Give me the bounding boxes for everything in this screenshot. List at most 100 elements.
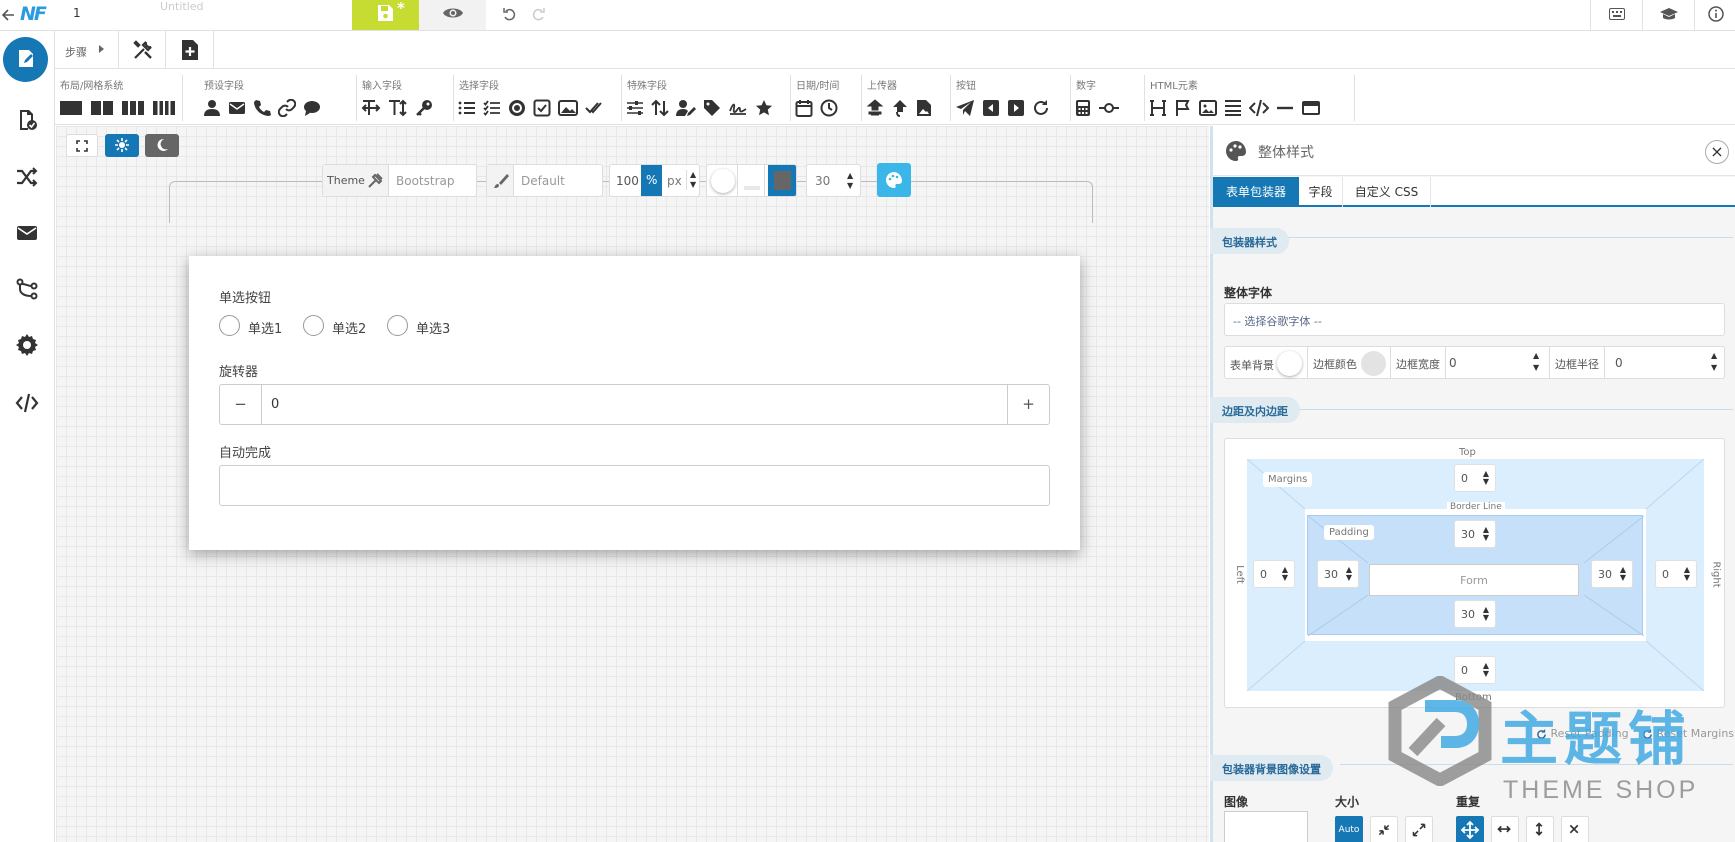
link-icon[interactable] xyxy=(278,99,296,117)
file-image-icon[interactable] xyxy=(916,99,932,117)
padding-right-input[interactable]: 30 ▲ ▼ xyxy=(1591,560,1633,588)
calculator-icon[interactable] xyxy=(1075,99,1091,117)
logic-shuffle-icon[interactable] xyxy=(15,165,39,189)
width-control[interactable]: 100 % px ▲ ▼ xyxy=(609,164,700,197)
add-step-button[interactable] xyxy=(166,31,214,68)
margin-left-input[interactable]: 0 ▲ ▼ xyxy=(1253,560,1295,588)
textarea-icon[interactable] xyxy=(388,99,408,117)
clock-icon[interactable] xyxy=(820,99,838,117)
form-settings-button[interactable] xyxy=(118,31,166,68)
star-icon[interactable] xyxy=(755,99,773,117)
close-panel-button[interactable]: × xyxy=(1705,140,1729,164)
spinner-minus-button[interactable]: − xyxy=(220,385,262,424)
password-key-icon[interactable] xyxy=(415,99,433,117)
entries-icon[interactable] xyxy=(15,108,39,132)
help-button[interactable] xyxy=(1642,0,1694,30)
window-icon[interactable] xyxy=(1301,99,1321,117)
nav-form-builder[interactable] xyxy=(3,37,48,82)
color-swatch-dark[interactable] xyxy=(768,165,796,196)
no-repeat-button[interactable] xyxy=(1561,816,1589,842)
user-edit-icon[interactable] xyxy=(676,99,696,117)
steps-label[interactable]: 步骤 xyxy=(65,44,87,60)
form-bg-color-picker[interactable] xyxy=(1277,351,1302,376)
envelope-icon[interactable] xyxy=(228,99,246,117)
image-choice-icon[interactable] xyxy=(558,99,578,117)
col-3-icon[interactable] xyxy=(121,99,145,117)
spinner-plus-button[interactable]: + xyxy=(1007,385,1049,424)
radio-icon[interactable] xyxy=(508,99,526,117)
tag-icon[interactable] xyxy=(703,99,721,117)
flag-icon[interactable] xyxy=(1174,99,1192,117)
size-auto-button[interactable]: Auto xyxy=(1335,816,1363,842)
heading-icon[interactable] xyxy=(1149,99,1167,117)
list-icon[interactable] xyxy=(458,99,476,117)
undo-icon[interactable] xyxy=(502,6,518,22)
radio-circle[interactable] xyxy=(219,315,240,336)
radio-circle[interactable] xyxy=(303,315,324,336)
radio-circle[interactable] xyxy=(387,315,408,336)
dark-mode-button[interactable] xyxy=(145,134,179,157)
radio-option-3[interactable]: 单选3 xyxy=(387,315,457,337)
fullscreen-button[interactable] xyxy=(66,134,98,157)
email-icon[interactable] xyxy=(15,221,39,245)
preview-button[interactable] xyxy=(419,0,486,30)
font-size-spinner-arrows[interactable]: ▲ ▼ xyxy=(847,171,853,191)
margin-right-input[interactable]: 0 ▲ ▼ xyxy=(1655,560,1697,588)
color-swatch-white[interactable] xyxy=(711,169,735,193)
sort-arrows-icon[interactable] xyxy=(651,99,669,117)
reset-icon[interactable] xyxy=(1032,99,1050,117)
logo[interactable]: NF xyxy=(20,3,47,25)
gear-icon[interactable] xyxy=(15,333,39,357)
text-field-icon[interactable] xyxy=(361,99,381,117)
border-width-input[interactable]: 0 xyxy=(1449,356,1457,370)
sliders-icon[interactable] xyxy=(626,99,644,117)
calendar-icon[interactable] xyxy=(795,99,813,117)
html-code-icon[interactable] xyxy=(1249,99,1269,117)
image-upload-box[interactable] xyxy=(1224,811,1308,842)
checkbox-icon[interactable] xyxy=(533,99,551,117)
google-font-select[interactable]: -- 选择谷歌字体 -- xyxy=(1224,303,1725,336)
width-spinner-arrows[interactable]: ▲ ▼ xyxy=(686,170,696,190)
border-width-arrows[interactable]: ▲ ▼ xyxy=(1533,350,1539,374)
info-button[interactable] xyxy=(1694,0,1735,30)
prev-icon[interactable] xyxy=(982,99,1000,117)
autocomplete-input[interactable] xyxy=(219,465,1050,506)
arrow-left-icon[interactable] xyxy=(0,6,16,24)
tab-fields[interactable]: 字段 xyxy=(1299,177,1343,207)
double-check-icon[interactable] xyxy=(585,99,603,117)
unit-px-label[interactable]: px xyxy=(667,174,682,188)
radio-option-2[interactable]: 单选2 xyxy=(303,315,373,337)
comment-icon[interactable] xyxy=(303,99,321,117)
spinner-input[interactable]: 0 xyxy=(271,397,279,412)
margin-bottom-input[interactable]: 0 ▲ ▼ xyxy=(1454,656,1496,684)
tab-custom-css[interactable]: 自定义 CSS xyxy=(1343,177,1431,207)
radio-option-1[interactable]: 单选1 xyxy=(219,315,289,337)
upload-arrow-icon[interactable] xyxy=(891,99,909,117)
signature-icon[interactable] xyxy=(728,99,748,117)
tab-form-wrapper[interactable]: 表单包装器 xyxy=(1213,177,1299,207)
color-swatch-light[interactable] xyxy=(737,165,765,196)
save-button[interactable]: * xyxy=(352,0,419,30)
size-contain-button[interactable] xyxy=(1370,816,1398,842)
divider-icon[interactable] xyxy=(1276,99,1294,117)
size-cover-button[interactable] xyxy=(1405,816,1433,842)
padding-bottom-input[interactable]: 30 ▲ ▼ xyxy=(1454,600,1496,628)
reset-margins-button[interactable]: Reset Margins xyxy=(1642,727,1734,740)
light-mode-button[interactable] xyxy=(105,134,139,157)
border-color-picker[interactable] xyxy=(1361,351,1386,376)
padding-left-input[interactable]: 30 ▲ ▼ xyxy=(1317,560,1359,588)
style-selector[interactable]: Default xyxy=(486,164,603,197)
col-4-icon[interactable] xyxy=(152,99,176,117)
checklist-icon[interactable] xyxy=(483,99,501,117)
paper-plane-icon[interactable] xyxy=(955,99,975,117)
theme-selector[interactable]: Theme Bootstrap xyxy=(322,164,477,197)
code-icon[interactable] xyxy=(15,391,39,415)
border-radius-input[interactable]: 0 xyxy=(1615,356,1623,370)
font-size-control[interactable]: 30 ▲ ▼ xyxy=(806,164,861,197)
reset-padding-button[interactable]: Reset Padding xyxy=(1536,727,1629,740)
col-2-icon[interactable] xyxy=(90,99,114,117)
global-style-button[interactable] xyxy=(877,163,911,197)
repeat-y-button[interactable] xyxy=(1526,816,1554,842)
paragraph-lines-icon[interactable] xyxy=(1224,99,1242,117)
next-icon[interactable] xyxy=(1007,99,1025,117)
